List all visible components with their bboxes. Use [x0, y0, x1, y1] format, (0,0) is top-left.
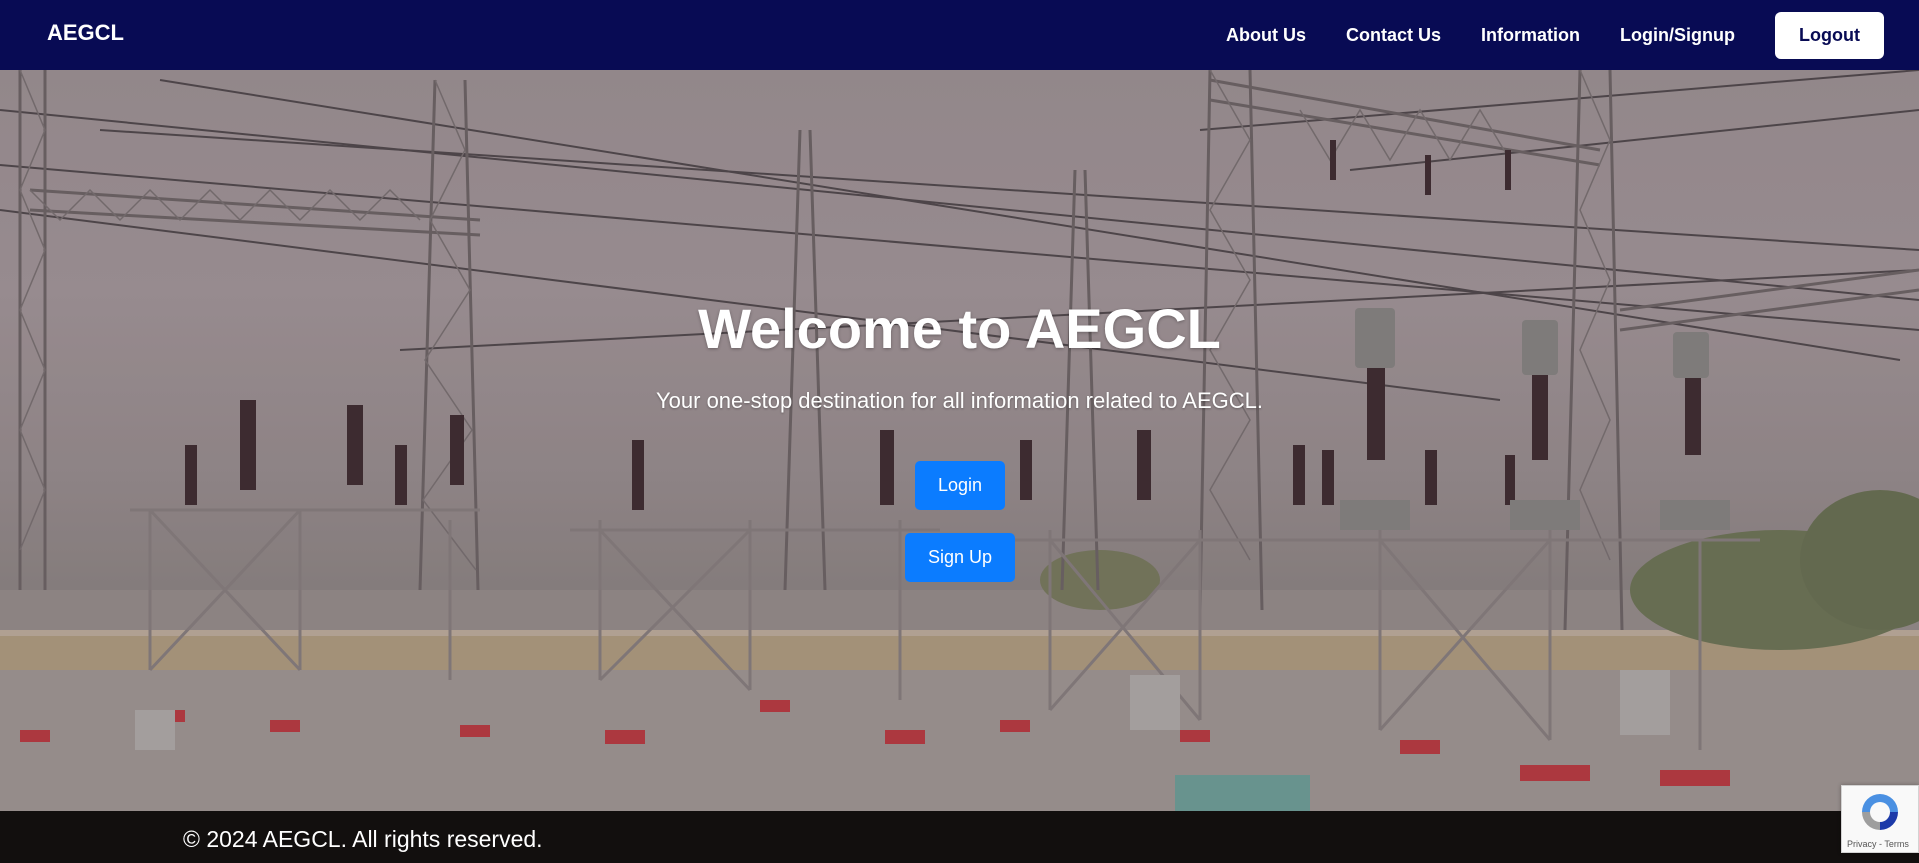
nav-link-contact-us[interactable]: Contact Us [1346, 25, 1441, 46]
recaptcha-privacy-link[interactable]: Privacy [1847, 839, 1877, 849]
nav-link-about-us[interactable]: About Us [1226, 25, 1306, 46]
hero-overlay [0, 70, 1919, 811]
copyright-text: © 2024 AEGCL. All rights reserved. [183, 826, 543, 852]
hero-section: Welcome to AEGCL Your one-stop destinati… [0, 70, 1919, 811]
nav-link-information[interactable]: Information [1481, 25, 1580, 46]
recaptcha-terms-link[interactable]: Terms [1884, 839, 1909, 849]
hero-title: Welcome to AEGCL [698, 297, 1221, 360]
recaptcha-badge[interactable]: Privacy - Terms [1841, 785, 1919, 853]
hero-subtitle: Your one-stop destination for all inform… [656, 388, 1263, 413]
sign-up-button[interactable]: Sign Up [905, 533, 1015, 582]
nav-link-login-signup[interactable]: Login/Signup [1620, 25, 1735, 46]
recaptcha-icon [1862, 794, 1898, 830]
recaptcha-links: Privacy - Terms [1847, 839, 1909, 849]
logout-button[interactable]: Logout [1775, 11, 1884, 59]
nav-links: About Us Contact Us Information Login/Si… [1226, 0, 1919, 70]
brand-logo[interactable]: AEGCL [47, 20, 124, 46]
login-button[interactable]: Login [915, 461, 1005, 510]
footer: © 2024 AEGCL. All rights reserved. [0, 811, 1919, 863]
top-navbar: AEGCL About Us Contact Us Information Lo… [0, 0, 1919, 70]
